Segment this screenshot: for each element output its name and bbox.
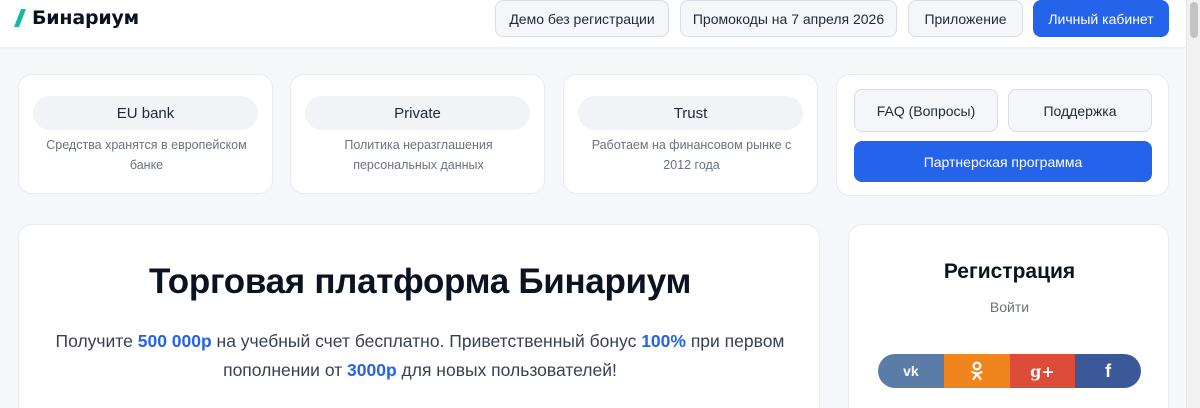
feature-card-eu-bank: EU bank Средства хранятся в европейском … (18, 74, 273, 194)
registration-title: Регистрация (943, 260, 1076, 283)
app-button[interactable]: Приложение (908, 0, 1023, 37)
promo-codes-button[interactable]: Промокоды на 7 апреля 2026 (680, 0, 897, 37)
demo-amount: 500 000р (137, 331, 212, 351)
hero-text-part: Получите (55, 331, 138, 351)
hero-text: Получите 500 000р на учебный счет беспла… (49, 327, 791, 385)
bonus-percent: 100% (641, 331, 686, 351)
google-plus-button[interactable]: g+ (1009, 354, 1076, 388)
scrollbar-thumb[interactable] (1190, 2, 1198, 38)
feature-title: EU bank (33, 96, 258, 130)
google-plus-icon: g+ (1030, 361, 1055, 381)
registration-card: Регистрация Войти vk g+ f (848, 224, 1169, 408)
vk-icon: vk (903, 363, 919, 379)
partner-program-button[interactable]: Партнерская программа (854, 141, 1152, 182)
feature-description: Работаем на финансовом рынке с 2012 года (591, 138, 792, 172)
vk-button[interactable]: vk (878, 354, 944, 388)
feature-card-private: Private Политика неразглашения персональ… (290, 74, 545, 194)
hero-title: Торговая платформа Бинариум (148, 262, 692, 301)
quick-links-card: FAQ (Вопросы) Поддержка Партнерская прог… (836, 74, 1169, 196)
hero-section: Торговая платформа Бинариум Получите 500… (18, 224, 820, 408)
hero-text-part: для новых пользователей! (396, 360, 617, 380)
feature-card-trust: Trust Работаем на финансовом рынке с 201… (563, 74, 818, 194)
logo-icon (14, 9, 26, 27)
facebook-button[interactable]: f (1075, 354, 1141, 388)
feature-title: Private (305, 96, 530, 130)
feature-description: Политика неразглашения персональных данн… (344, 138, 493, 172)
scrollbar[interactable] (1186, 0, 1200, 408)
odnoklassniki-button[interactable] (943, 354, 1010, 388)
demo-button[interactable]: Демо без регистрации (495, 0, 669, 37)
feature-title: Trust (578, 96, 803, 130)
support-button[interactable]: Поддержка (1008, 89, 1152, 132)
faq-button[interactable]: FAQ (Вопросы) (854, 89, 998, 132)
facebook-icon: f (1105, 360, 1112, 381)
odnoklassniki-icon (971, 361, 983, 381)
top-header: Бинариум Демо без регистрации Промокоды … (0, 0, 1186, 47)
min-deposit: 3000р (347, 360, 397, 380)
login-link[interactable]: Войти (849, 299, 1170, 315)
feature-description: Средства хранятся в европейском банке (46, 138, 247, 172)
logo[interactable]: Бинариум (14, 6, 139, 30)
social-login-bar: vk g+ f (878, 354, 1141, 388)
personal-cabinet-button[interactable]: Личный кабинет (1033, 0, 1169, 37)
logo-text: Бинариум (32, 7, 139, 29)
hero-text-part: на учебный счет бесплатно. Приветственны… (211, 331, 642, 351)
